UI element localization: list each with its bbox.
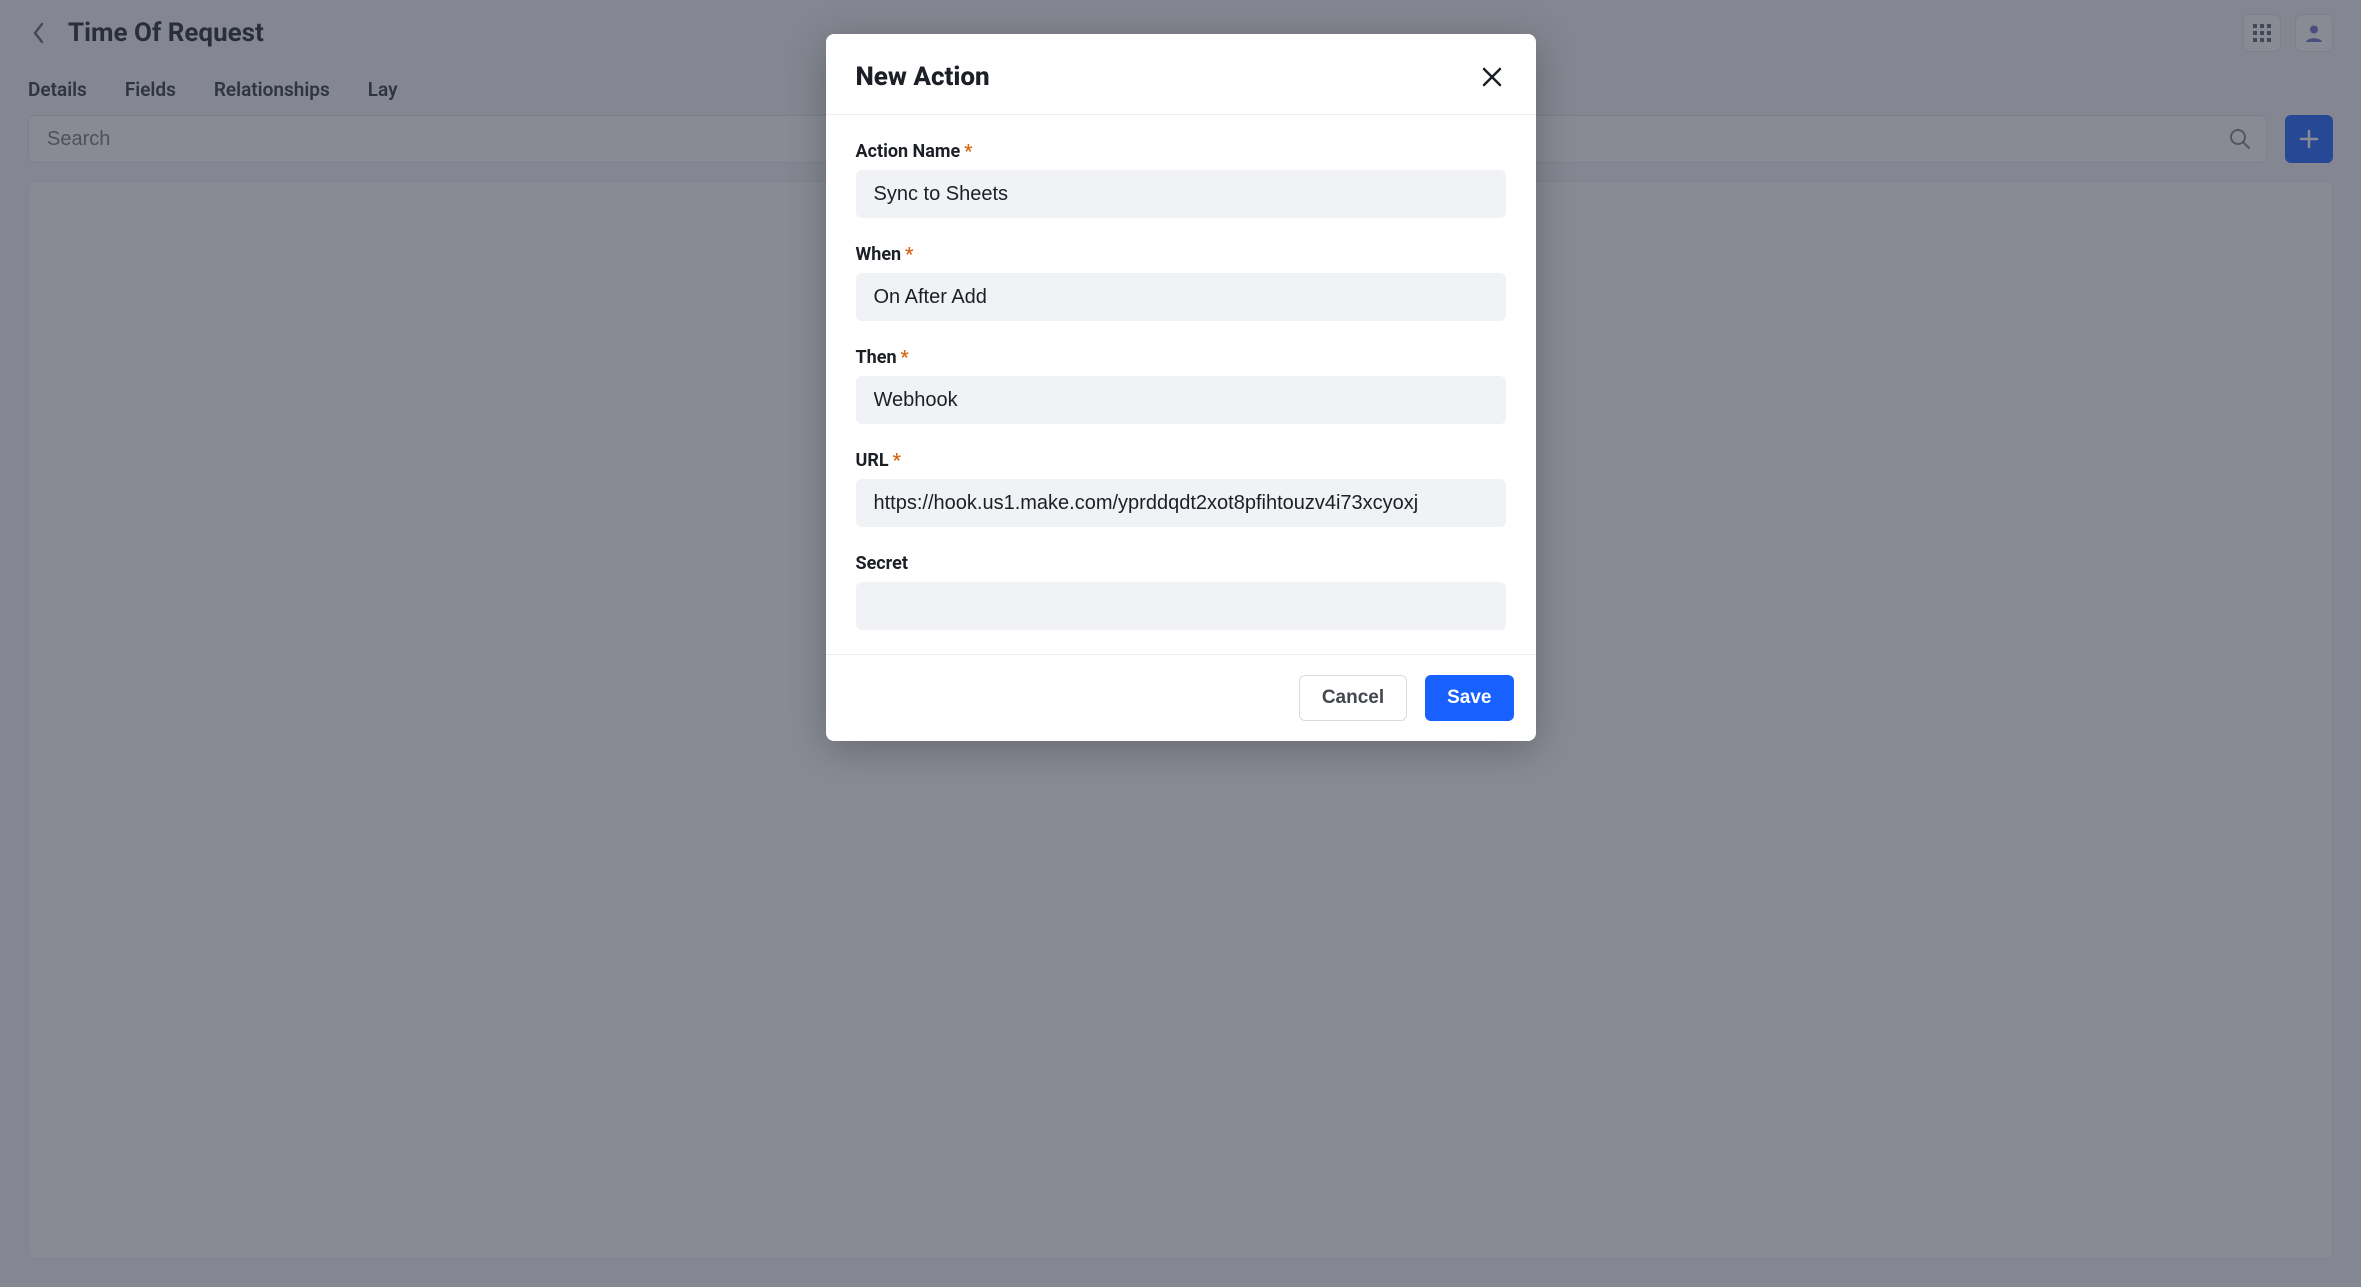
action-name-input[interactable]	[856, 170, 1506, 218]
then-input[interactable]	[856, 376, 1506, 424]
action-name-label: Action Name*	[856, 141, 1506, 162]
when-input[interactable]	[856, 273, 1506, 321]
when-label: When*	[856, 244, 1506, 265]
modal-title: New Action	[856, 62, 990, 92]
url-input[interactable]	[856, 479, 1506, 527]
modal-overlay[interactable]: New Action Action Name* When* Then*	[0, 0, 2361, 1287]
close-button[interactable]	[1478, 63, 1506, 91]
secret-label: Secret	[856, 553, 1506, 574]
url-label: URL*	[856, 450, 1506, 471]
new-action-modal: New Action Action Name* When* Then*	[826, 34, 1536, 741]
close-icon	[1481, 66, 1503, 88]
cancel-button[interactable]: Cancel	[1299, 675, 1407, 721]
secret-input[interactable]	[856, 582, 1506, 630]
save-button[interactable]: Save	[1425, 675, 1513, 721]
then-label: Then*	[856, 347, 1506, 368]
